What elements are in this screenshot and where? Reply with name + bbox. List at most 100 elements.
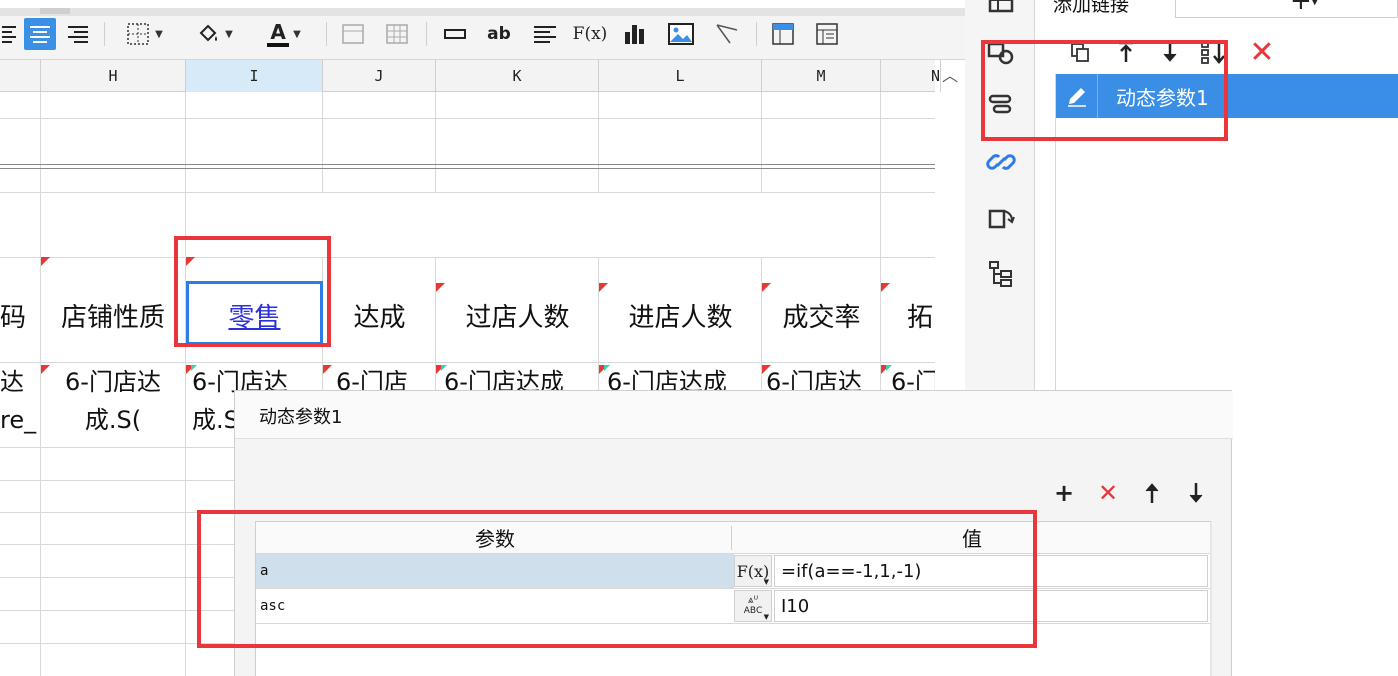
column-header-n[interactable]: N — [881, 60, 941, 92]
parameter-value-input[interactable]: =if(a==-1,1,-1) — [774, 555, 1208, 587]
merge-cells-icon — [342, 24, 364, 44]
cell-text-line: 成.S( — [84, 406, 142, 434]
grid-line — [185, 92, 186, 676]
link-list-item-selected[interactable]: 动态参数1 — [1056, 74, 1398, 118]
cell-style-tab[interactable] — [985, 90, 1017, 122]
add-link-dropdown[interactable] — [1175, 0, 1398, 18]
column-header-value: 值 — [734, 522, 1210, 554]
add-parameter-button[interactable]: + — [1049, 479, 1079, 507]
move-down-parameter-button[interactable] — [1181, 479, 1211, 507]
cell-flag-icon — [186, 257, 195, 266]
parameter-name-cell[interactable]: asc — [256, 589, 734, 623]
report-layout-button[interactable] — [810, 18, 844, 50]
type-glyph: ⩓ᵁ — [747, 595, 759, 606]
formula-icon: F(x) — [572, 24, 608, 44]
align-right-button[interactable] — [62, 18, 94, 50]
cell-j-header[interactable]: 达成 — [323, 285, 436, 345]
chevron-down-icon: ▼ — [763, 613, 769, 621]
insert-text-field-button[interactable] — [438, 18, 472, 50]
align-right-icon — [68, 25, 88, 43]
parameter-value-input[interactable]: I10 — [774, 590, 1208, 622]
column-header-m[interactable]: M — [762, 60, 881, 92]
column-header-i[interactable]: I — [186, 60, 323, 92]
border-icon — [127, 23, 149, 45]
cell-m-header[interactable]: 成交率 — [762, 285, 881, 345]
delete-link-button[interactable]: ✕ — [1247, 34, 1277, 70]
insert-rich-text-button[interactable] — [528, 18, 562, 50]
insert-formula-button[interactable]: F(x) — [572, 18, 608, 50]
grid-line — [761, 92, 762, 192]
font-color-dropdown[interactable]: A ▼ — [254, 18, 314, 50]
move-down-button[interactable] — [1155, 34, 1185, 70]
parameter-row[interactable]: asc ⩓ᵁ ABC ▼ I10 — [256, 589, 1212, 624]
add-link-icon[interactable]: +▾ — [1290, 0, 1318, 16]
cell-g-data[interactable]: 达 re_ — [0, 363, 40, 439]
tree-icon — [989, 261, 1012, 287]
cell-flag-icon — [41, 365, 50, 374]
dialog-title: 动态参数1 — [259, 407, 343, 428]
copy-icon — [1071, 43, 1089, 62]
parameter-row[interactable]: a F(x) ▼ =if(a==-1,1,-1) — [256, 554, 1212, 589]
toolbar-divider — [326, 22, 327, 46]
insert-image-button[interactable] — [664, 18, 698, 50]
sort-links-button[interactable] — [1199, 34, 1229, 70]
column-header-h[interactable]: H — [41, 60, 186, 92]
formula-type-icon[interactable]: F(x) ▼ — [734, 555, 772, 587]
parameter-toolbar: + ✕ — [1045, 479, 1215, 507]
column-header-j[interactable]: J — [323, 60, 436, 92]
cell-h-header[interactable]: 店铺性质 — [41, 285, 185, 345]
table-scrollbar[interactable] — [1210, 522, 1212, 676]
chevron-down-icon: ▼ — [293, 28, 301, 40]
table-attribute-tab[interactable] — [985, 0, 1017, 18]
grid-line — [322, 92, 323, 192]
delete-parameter-button[interactable]: ✕ — [1093, 479, 1123, 507]
hyperlink-tab[interactable] — [985, 146, 1017, 178]
move-up-parameter-button[interactable] — [1137, 479, 1167, 507]
copy-link-button[interactable] — [1065, 34, 1095, 70]
align-left-button[interactable] — [0, 18, 18, 50]
border-dropdown[interactable]: ▼ — [116, 18, 172, 50]
cell-n-header[interactable]: 拓 — [881, 285, 935, 345]
table-icon — [988, 0, 1014, 13]
toolbar-divider — [104, 22, 105, 46]
move-to-top-button[interactable] — [1111, 34, 1141, 70]
parameter-name-cell[interactable]: a — [256, 554, 734, 588]
arrow-down-icon — [1189, 483, 1203, 503]
style-icon — [988, 94, 1012, 114]
column-header-g[interactable] — [0, 60, 41, 92]
insert-text-button[interactable]: ab — [482, 18, 516, 50]
tree-structure-tab[interactable] — [985, 258, 1017, 290]
cell-k-header[interactable]: 过店人数 — [436, 285, 599, 345]
grid-double-line — [0, 164, 935, 169]
cell-g-header[interactable]: 码 — [0, 285, 40, 345]
fill-color-dropdown[interactable]: ▼ — [186, 18, 242, 50]
cell-element-tab[interactable] — [985, 38, 1017, 70]
grid-line — [435, 92, 436, 192]
cell-l-header[interactable]: 进店人数 — [599, 285, 762, 345]
toolbar-divider — [756, 22, 757, 46]
panel-title: 添加链接 — [1053, 0, 1130, 16]
cell-flag-icon — [599, 283, 608, 292]
merge-cells-button[interactable] — [336, 18, 370, 50]
column-header-l[interactable]: L — [599, 60, 762, 92]
insert-chart-button[interactable] — [618, 18, 652, 50]
condition-attribute-tab[interactable] — [985, 202, 1017, 234]
table-grid-button[interactable] — [380, 18, 414, 50]
font-color-icon: A — [267, 22, 290, 47]
cell-flag-green-icon — [191, 365, 197, 371]
scroll-up-arrow-icon[interactable]: ︿ — [937, 62, 963, 86]
freeze-panes-button[interactable] — [766, 18, 800, 50]
insert-slash-button[interactable] — [710, 18, 744, 50]
align-center-button[interactable] — [24, 18, 56, 50]
cell-flag-green-icon — [886, 365, 892, 371]
grid-line — [0, 118, 935, 119]
toolbar-tab[interactable] — [40, 8, 70, 14]
condition-icon — [988, 209, 1015, 229]
cell-h-data[interactable]: 6-门店达 成.S( — [41, 363, 185, 439]
selected-cell-outline — [186, 281, 323, 345]
string-type-icon[interactable]: ⩓ᵁ ABC ▼ — [734, 590, 772, 622]
cell-flag-icon — [41, 257, 50, 266]
sort-icon — [1201, 41, 1225, 64]
column-header-k[interactable]: K — [436, 60, 599, 92]
arrow-down-icon — [1163, 42, 1177, 62]
